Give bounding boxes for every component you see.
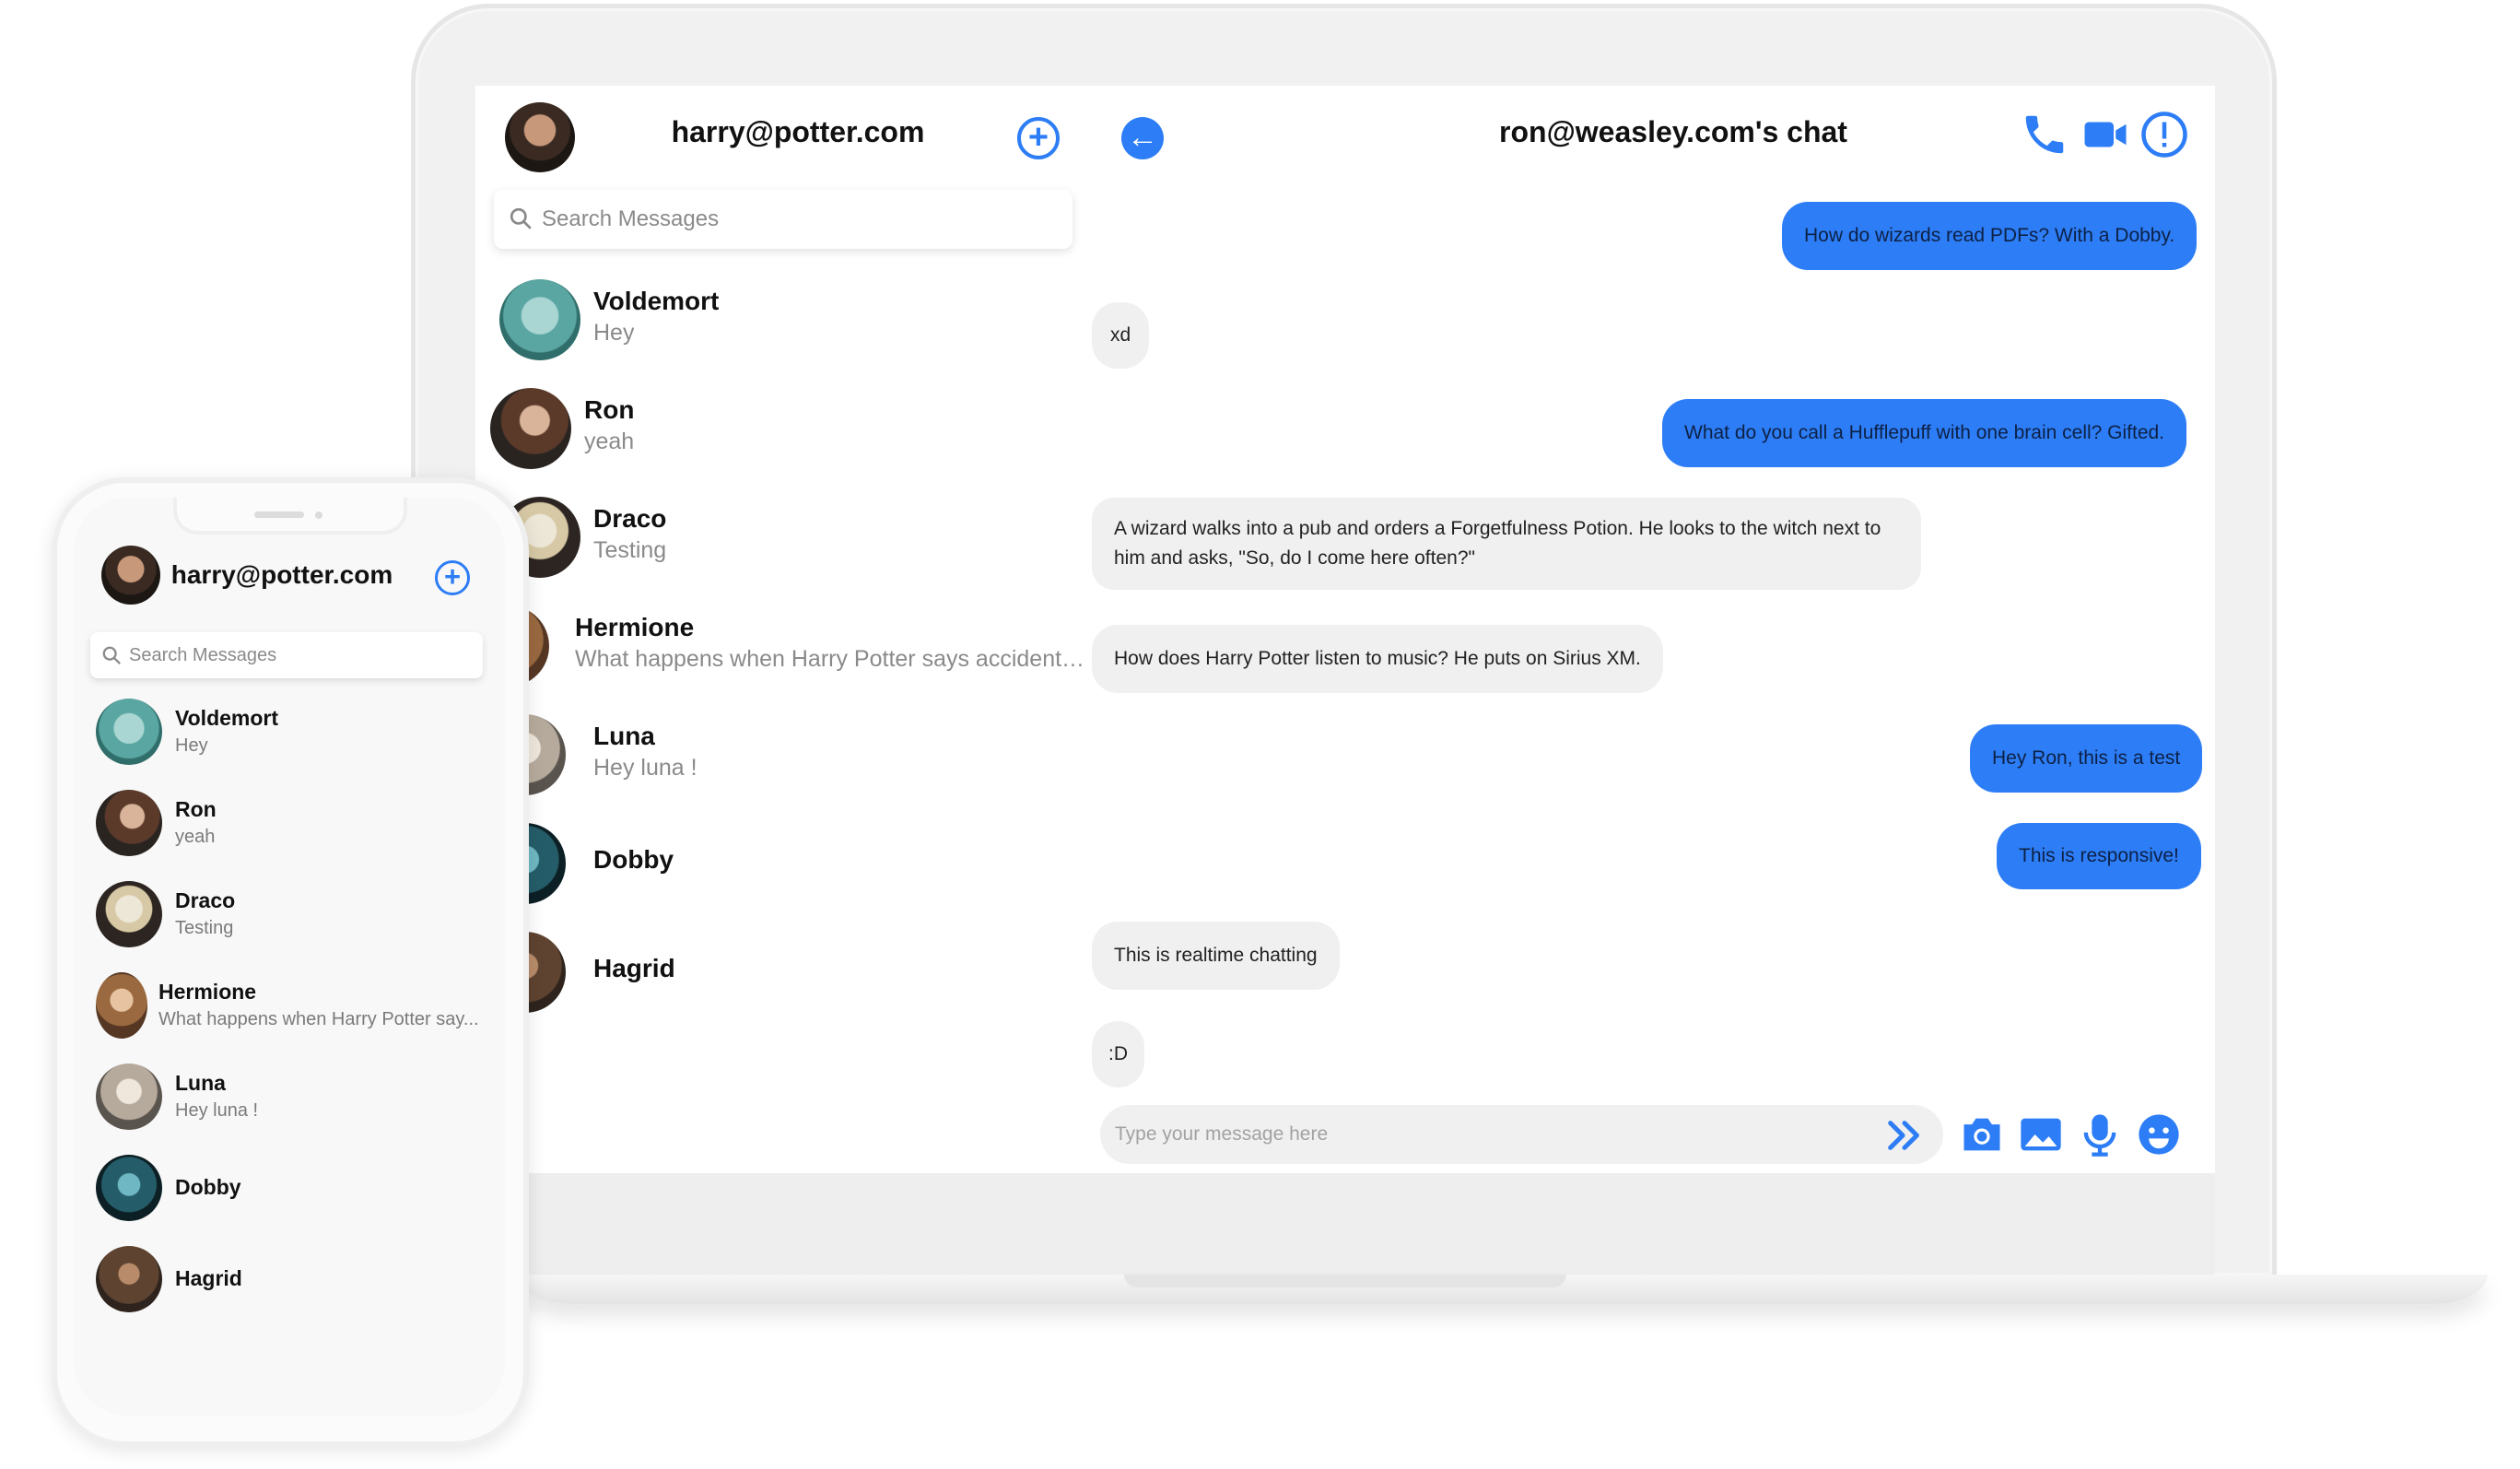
camera-icon[interactable] [1958, 1111, 2006, 1158]
search-box [90, 632, 483, 678]
contact-avatar [96, 699, 162, 765]
contact-item-hermione[interactable]: Hermione What happens when Harry Potter … [74, 965, 505, 1053]
contact-avatar [96, 790, 162, 856]
contact-item-luna[interactable]: Luna Hey luna ! [475, 703, 1084, 806]
laptop-screen: harry@potter.com + Voldemort Hey Ron yea… [475, 86, 2215, 1173]
contact-item-voldemort[interactable]: Voldemort Hey [74, 691, 505, 780]
video-call-icon[interactable] [2080, 110, 2130, 159]
contact-name: Voldemort [175, 706, 279, 730]
contact-name: Hagrid [593, 954, 675, 982]
contact-avatar [96, 1155, 162, 1221]
contact-avatar [499, 279, 580, 360]
contact-name: Luna [593, 722, 655, 750]
current-user-avatar[interactable] [505, 102, 575, 172]
search-icon [510, 207, 532, 229]
add-chat-icon: + [1027, 118, 1049, 157]
contact-last-message: Hey [593, 320, 635, 346]
microphone-icon[interactable] [2076, 1111, 2124, 1158]
contact-name: Draco [593, 504, 667, 533]
contact-name: Dobby [175, 1175, 241, 1199]
contact-item-draco[interactable]: Draco Testing [74, 874, 505, 962]
contact-name: Draco [175, 888, 236, 912]
contact-last-message: What happens when Harry Potter say... [158, 1009, 479, 1029]
contact-name: Hermione [158, 980, 257, 1004]
search-input[interactable] [129, 640, 470, 671]
current-user-email: harry@potter.com [671, 115, 925, 148]
image-icon[interactable] [2017, 1111, 2065, 1158]
contact-name: Ron [584, 395, 635, 424]
contact-item-hagrid[interactable]: Hagrid [475, 921, 1084, 1024]
contact-item-luna[interactable]: Luna Hey luna ! [74, 1056, 505, 1145]
message-bubble-outgoing: What do you call a Hufflepuff with one b… [1662, 399, 2187, 467]
laptop-base-notch [1124, 1275, 1566, 1287]
contact-item-draco[interactable]: Draco Testing [475, 486, 1084, 589]
contact-avatar [96, 881, 162, 947]
contact-last-message: Hey luna ! [175, 1100, 259, 1121]
message-bubble-incoming: This is realtime chatting [1092, 922, 1340, 990]
search-icon [102, 646, 121, 664]
message-input[interactable] [1115, 1116, 1870, 1153]
contact-last-message: Hey luna ! [593, 755, 697, 781]
contact-item-dobby[interactable]: Dobby [475, 812, 1084, 915]
message-bubble-incoming: A wizard walks into a pub and orders a F… [1092, 498, 1921, 590]
contact-last-message: Hey [175, 735, 208, 756]
message-bubble-incoming: :D [1092, 1021, 1144, 1087]
message-composer [1100, 1105, 1943, 1164]
contact-name: Luna [175, 1071, 226, 1095]
search-input[interactable] [542, 199, 1058, 240]
current-user-email: harry@potter.com [170, 560, 393, 589]
contact-avatar [96, 972, 147, 1039]
contact-item-voldemort[interactable]: Voldemort Hey [475, 268, 1084, 371]
contact-name: Dobby [593, 845, 674, 874]
message-bubble-outgoing: How do wizards read PDFs? With a Dobby. [1782, 202, 2198, 270]
phone-speaker [254, 511, 304, 518]
contact-name: Ron [175, 797, 217, 821]
message-bubble-outgoing: This is responsive! [1997, 823, 2201, 889]
add-chat-button[interactable]: + [435, 560, 470, 595]
contact-avatar [96, 1064, 162, 1130]
current-user-avatar[interactable] [101, 546, 160, 605]
contact-last-message: yeah [584, 429, 635, 454]
contact-last-message: yeah [175, 827, 216, 847]
contact-last-message: Testing [175, 918, 234, 938]
contact-item-dobby[interactable]: Dobby [74, 1147, 505, 1236]
send-icon[interactable] [1883, 1114, 1926, 1157]
phone-call-icon[interactable] [2020, 110, 2069, 159]
message-bubble-incoming: xd [1092, 302, 1150, 369]
message-bubble-outgoing: Hey Ron, this is a test [1970, 724, 2203, 793]
contact-avatar [490, 388, 571, 469]
contact-item-hermione[interactable]: Hermione What happens when Harry Potter … [475, 594, 1091, 698]
contact-last-message: Testing [593, 537, 667, 563]
laptop-chin [475, 1173, 2215, 1275]
contact-item-ron[interactable]: Ron yeah [74, 782, 505, 871]
phone-camera [315, 511, 322, 519]
contact-avatar [96, 1246, 162, 1312]
add-chat-icon: + [443, 560, 462, 593]
contact-last-message: What happens when Harry Potter says acci… [575, 646, 1091, 672]
emoji-icon[interactable] [2135, 1111, 2183, 1158]
chat-title: ron@weasley.com's chat [1499, 115, 1847, 148]
add-chat-button[interactable]: + [1017, 117, 1060, 159]
back-button[interactable]: ← [1121, 117, 1164, 159]
search-box [494, 190, 1072, 249]
info-icon[interactable] [2139, 110, 2189, 159]
contact-name: Hermione [575, 613, 695, 641]
contact-name: Voldemort [593, 287, 720, 315]
contact-item-ron[interactable]: Ron yeah [475, 377, 1084, 480]
phone-screen: harry@potter.com + Voldemort Hey Ron yea… [74, 498, 505, 1416]
contact-item-hagrid[interactable]: Hagrid [74, 1239, 505, 1327]
contact-name: Hagrid [175, 1266, 242, 1290]
message-bubble-incoming: How does Harry Potter listen to music? H… [1092, 625, 1663, 693]
back-arrow-icon: ← [1127, 120, 1158, 155]
